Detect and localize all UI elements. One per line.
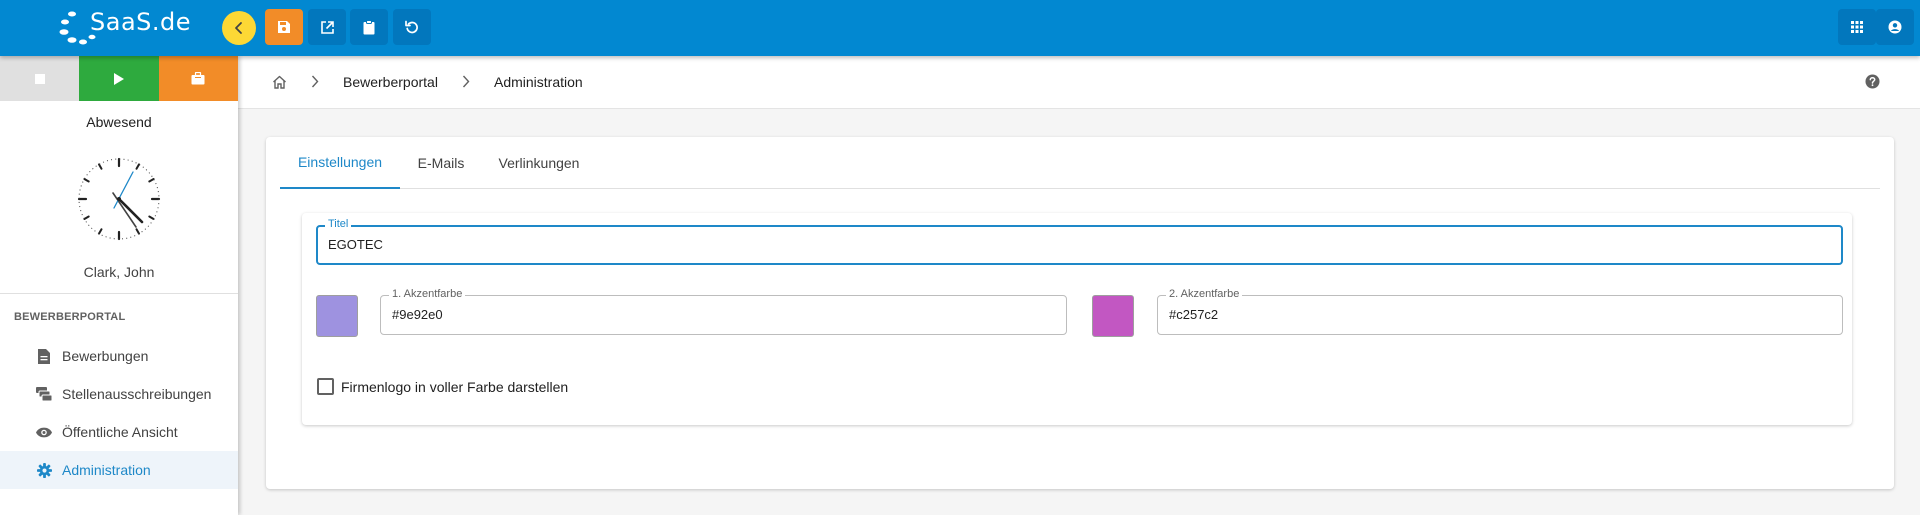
sidebar-item-label: Administration — [62, 462, 151, 478]
title-field[interactable]: Titel EGOTEC — [316, 218, 1843, 265]
gear-icon — [36, 462, 52, 478]
logo-text: SaaS.de — [90, 8, 192, 36]
job-postings-icon — [36, 386, 52, 402]
accent2-color-swatch[interactable] — [1092, 295, 1134, 337]
accent2-color-field[interactable]: 2. Akzentfarbe #c257c2 — [1157, 288, 1843, 335]
eye-icon — [36, 424, 52, 440]
apps-grid-icon — [1851, 21, 1863, 33]
user-circle-icon — [1888, 20, 1902, 34]
tab-einstellungen[interactable]: Einstellungen — [280, 137, 400, 189]
account-button[interactable] — [1876, 9, 1914, 45]
tab-verlinkungen[interactable]: Verlinkungen — [489, 137, 589, 189]
breadcrumb-item-bewerberportal[interactable]: Bewerberportal — [343, 74, 438, 90]
briefcase-icon — [191, 72, 205, 85]
time-tracking-buttons — [0, 56, 238, 101]
clipboard-button[interactable] — [350, 9, 388, 45]
tab-bar: Einstellungen E-Mails Verlinkungen — [280, 137, 1880, 189]
user-name: Clark, John — [83, 264, 155, 280]
accent1-color-field[interactable]: 1. Akzentfarbe #9e92e0 — [380, 288, 1067, 335]
logo-full-color-label[interactable]: Firmenlogo in voller Farbe darstellen — [341, 379, 568, 395]
sidebar-item-label: Bewerbungen — [62, 348, 149, 364]
settings-form: Titel EGOTEC 1. Akzentfarbe #9e92e0 2. A… — [302, 213, 1852, 425]
title-field-value[interactable]: EGOTEC — [328, 237, 383, 252]
accent1-field-label: 1. Akzentfarbe — [389, 288, 466, 300]
chevron-right-icon — [462, 75, 470, 88]
accent2-field-value[interactable]: #c257c2 — [1169, 307, 1218, 322]
sidebar: Abwesend Clark, John BEWERBERPORTAL Bewe… — [0, 56, 238, 515]
undo-button[interactable] — [393, 9, 431, 45]
sidebar-item-label: Öffentliche Ansicht — [62, 424, 178, 440]
accent1-field-value[interactable]: #9e92e0 — [392, 307, 443, 322]
sidebar-item-stellenausschreibungen[interactable]: Stellenausschreibungen — [0, 375, 238, 413]
stop-icon — [34, 73, 45, 84]
sidebar-divider — [0, 293, 238, 294]
sidebar-item-bewerbungen[interactable]: Bewerbungen — [0, 337, 238, 375]
apps-grid-button[interactable] — [1838, 9, 1876, 45]
clipboard-icon — [363, 19, 375, 34]
saas-logo[interactable]: SaaS.de — [58, 6, 192, 50]
accent1-color-swatch[interactable] — [316, 295, 358, 337]
stop-button[interactable] — [0, 56, 80, 101]
back-button[interactable] — [222, 11, 256, 45]
help-icon[interactable] — [1865, 74, 1880, 89]
sidebar-item-oeffentliche-ansicht[interactable]: Öffentliche Ansicht — [0, 413, 238, 451]
external-link-icon — [320, 20, 334, 34]
logo-full-color-checkbox[interactable] — [317, 378, 334, 395]
sidebar-item-label: Stellenausschreibungen — [62, 386, 212, 402]
chevron-left-icon — [235, 22, 242, 34]
tab-e-mails[interactable]: E-Mails — [406, 137, 476, 189]
document-icon — [36, 348, 52, 364]
top-app-bar: SaaS.de — [0, 0, 1920, 56]
sidebar-nav: Bewerbungen Stellenausschreibungen Öffen… — [0, 337, 238, 489]
sidebar-item-administration[interactable]: Administration — [0, 451, 238, 489]
business-trip-button[interactable] — [158, 56, 238, 101]
presence-status: Abwesend — [86, 114, 152, 130]
start-button[interactable] — [79, 56, 159, 101]
settings-card: Einstellungen E-Mails Verlinkungen Titel… — [266, 137, 1894, 489]
home-icon[interactable] — [272, 75, 287, 89]
save-icon — [278, 21, 290, 33]
analog-clock-icon — [77, 157, 161, 241]
breadcrumb-item-administration: Administration — [494, 74, 583, 90]
save-button[interactable] — [265, 9, 303, 45]
sidebar-section-title: BEWERBERPORTAL — [14, 311, 126, 323]
play-icon — [113, 72, 124, 85]
accent2-field-label: 2. Akzentfarbe — [1166, 288, 1243, 300]
open-external-button[interactable] — [308, 9, 346, 45]
breadcrumb: Bewerberportal Administration — [238, 56, 1920, 109]
undo-icon — [405, 20, 418, 34]
title-field-label: Titel — [325, 218, 352, 230]
chevron-right-icon — [311, 75, 319, 88]
